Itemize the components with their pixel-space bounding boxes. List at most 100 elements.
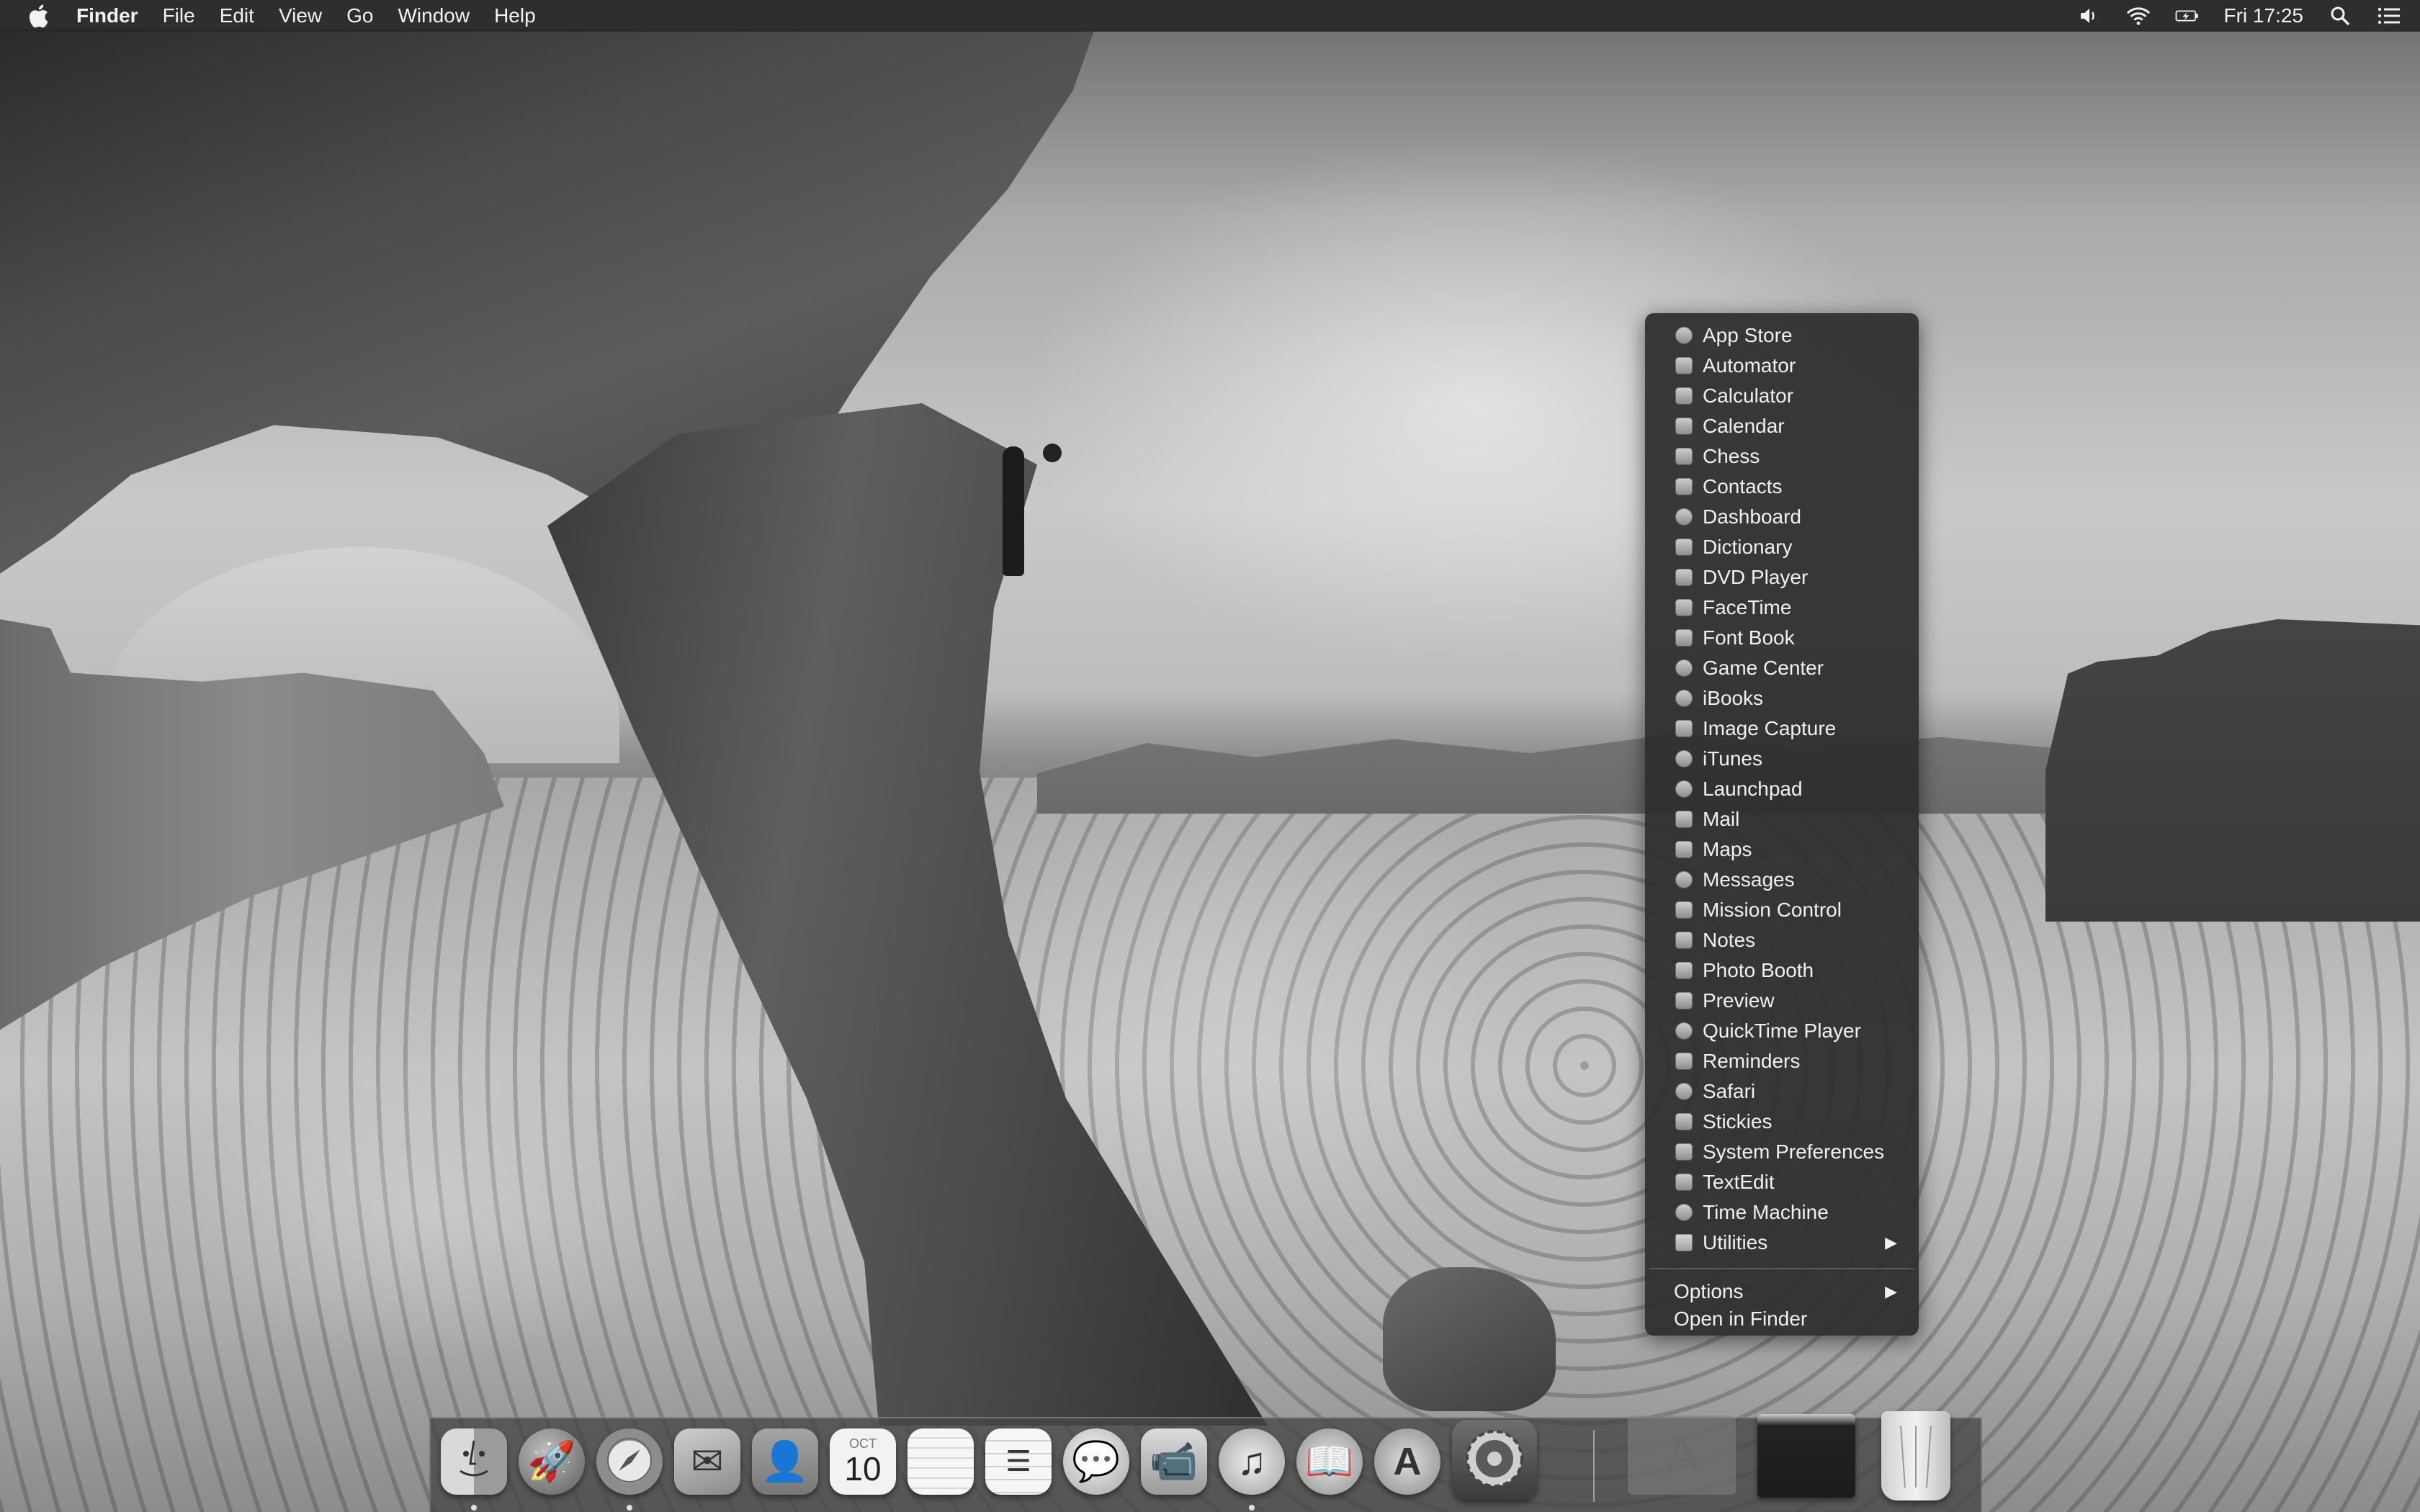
stack-item-automator[interactable]: Automator bbox=[1645, 351, 1919, 381]
dock-launchpad[interactable]: 🚀 bbox=[519, 1428, 585, 1495]
quicktime-icon bbox=[1675, 1022, 1693, 1040]
dock-safari[interactable] bbox=[596, 1428, 663, 1511]
ibooks-icon: 📖 bbox=[1305, 1440, 1354, 1483]
dock-system-preferences[interactable] bbox=[1452, 1420, 1537, 1500]
menu-app-name[interactable]: Finder bbox=[76, 4, 138, 27]
dock-reminders[interactable]: ☰ bbox=[985, 1428, 1052, 1495]
speaker-icon[interactable] bbox=[2077, 5, 2102, 27]
launchpad-icon bbox=[1675, 780, 1693, 798]
search-icon[interactable] bbox=[2328, 5, 2352, 27]
stack-item-notes[interactable]: Notes bbox=[1645, 925, 1919, 955]
stack-item-calculator[interactable]: Calculator bbox=[1645, 381, 1919, 411]
trash-icon bbox=[1891, 1418, 1941, 1494]
stack-item-dashboard[interactable]: Dashboard bbox=[1645, 502, 1919, 532]
finder-icon bbox=[449, 1435, 499, 1489]
stack-item-game-center[interactable]: Game Center bbox=[1645, 653, 1919, 683]
dock-mail[interactable]: ✉ bbox=[674, 1428, 740, 1495]
stack-item-label: Image Capture bbox=[1703, 717, 1837, 739]
dock-trash[interactable] bbox=[1881, 1411, 1950, 1500]
dock-applications-stack[interactable]: A bbox=[1628, 1416, 1736, 1495]
reminders-icon: ☰ bbox=[1005, 1446, 1031, 1477]
dock-finder[interactable] bbox=[441, 1428, 507, 1511]
stack-item-label: DVD Player bbox=[1703, 566, 1809, 588]
list-icon[interactable] bbox=[2377, 5, 2401, 27]
dock-notes[interactable] bbox=[908, 1428, 974, 1495]
gear-icon bbox=[1460, 1424, 1529, 1497]
stack-item-label: Safari bbox=[1703, 1080, 1756, 1102]
stack-item-safari[interactable]: Safari bbox=[1645, 1076, 1919, 1107]
menu-bar-clock[interactable]: Fri 17:25 bbox=[2224, 4, 2304, 27]
stack-item-label: Calculator bbox=[1703, 384, 1794, 407]
stack-options-item[interactable]: Options ▶ bbox=[1645, 1278, 1919, 1305]
stack-item-itunes[interactable]: iTunes bbox=[1645, 744, 1919, 774]
menu-go[interactable]: Go bbox=[346, 4, 373, 27]
stack-item-label: Launchpad bbox=[1703, 778, 1803, 800]
menu-edit[interactable]: Edit bbox=[220, 4, 254, 27]
time-machine-icon bbox=[1675, 1204, 1693, 1221]
menu-window[interactable]: Window bbox=[398, 4, 470, 27]
menu-separator bbox=[1649, 1268, 1914, 1269]
wifi-icon[interactable] bbox=[2126, 5, 2151, 27]
stack-item-photo-booth[interactable]: Photo Booth bbox=[1645, 955, 1919, 986]
calendar-day: 10 bbox=[844, 1450, 882, 1488]
messages-icon bbox=[1675, 871, 1693, 888]
stack-item-label: QuickTime Player bbox=[1703, 1020, 1861, 1042]
dock: 🚀 ✉ 👤 OCT 10 ☰ 💬 📹 ♫ 📖 A A bbox=[429, 1411, 1982, 1512]
launchpad-icon: 🚀 bbox=[527, 1440, 576, 1483]
stack-item-mission-control[interactable]: Mission Control bbox=[1645, 895, 1919, 925]
stack-item-font-book[interactable]: Font Book bbox=[1645, 623, 1919, 653]
dock-messages[interactable]: 💬 bbox=[1063, 1428, 1129, 1495]
stack-open-in-finder-item[interactable]: Open in Finder bbox=[1645, 1305, 1919, 1333]
menu-help[interactable]: Help bbox=[494, 4, 536, 27]
photo-booth-icon bbox=[1675, 962, 1693, 979]
stack-item-label: TextEdit bbox=[1703, 1171, 1775, 1193]
stack-item-label: FaceTime bbox=[1703, 596, 1792, 618]
dashboard-icon bbox=[1675, 508, 1693, 526]
stack-item-dictionary[interactable]: Dictionary bbox=[1645, 532, 1919, 562]
dock-calendar[interactable]: OCT 10 bbox=[830, 1428, 896, 1495]
battery-charging-icon[interactable] bbox=[2175, 5, 2200, 27]
stack-options-label: Options bbox=[1674, 1280, 1744, 1302]
wallpaper-climber-head bbox=[1043, 444, 1062, 462]
stack-item-chess[interactable]: Chess bbox=[1645, 441, 1919, 472]
stack-item-textedit[interactable]: TextEdit bbox=[1645, 1167, 1919, 1197]
stack-item-quicktime-player[interactable]: QuickTime Player bbox=[1645, 1016, 1919, 1046]
stack-item-label: Dashboard bbox=[1703, 505, 1801, 528]
stack-item-image-capture[interactable]: Image Capture bbox=[1645, 714, 1919, 744]
stack-item-label: Messages bbox=[1703, 868, 1795, 891]
stack-item-messages[interactable]: Messages bbox=[1645, 865, 1919, 895]
stack-item-calendar[interactable]: Calendar bbox=[1645, 411, 1919, 441]
menu-file[interactable]: File bbox=[163, 4, 195, 27]
game-center-icon bbox=[1675, 660, 1693, 677]
dock-itunes[interactable]: ♫ bbox=[1219, 1428, 1285, 1511]
stack-item-facetime[interactable]: FaceTime bbox=[1645, 593, 1919, 623]
stack-item-label: Maps bbox=[1703, 838, 1752, 860]
dock-ibooks[interactable]: 📖 bbox=[1296, 1428, 1363, 1495]
dock-facetime[interactable]: 📹 bbox=[1141, 1428, 1207, 1495]
apple-menu-icon[interactable] bbox=[27, 4, 49, 28]
stack-item-utilities[interactable]: Utilities ▶ bbox=[1645, 1228, 1919, 1258]
stack-item-maps[interactable]: Maps bbox=[1645, 834, 1919, 865]
stack-item-label: Time Machine bbox=[1703, 1201, 1829, 1223]
stack-item-reminders[interactable]: Reminders bbox=[1645, 1046, 1919, 1076]
system-preferences-icon bbox=[1675, 1143, 1693, 1161]
dock-app-store[interactable]: A bbox=[1374, 1428, 1440, 1495]
stack-item-stickies[interactable]: Stickies bbox=[1645, 1107, 1919, 1137]
stack-item-time-machine[interactable]: Time Machine bbox=[1645, 1197, 1919, 1228]
stack-item-label: Photo Booth bbox=[1703, 959, 1814, 981]
stack-item-system-preferences[interactable]: System Preferences bbox=[1645, 1137, 1919, 1167]
dock-contacts[interactable]: 👤 bbox=[752, 1428, 818, 1495]
stack-item-launchpad[interactable]: Launchpad bbox=[1645, 774, 1919, 804]
stack-item-mail[interactable]: Mail bbox=[1645, 804, 1919, 834]
stack-item-app-store[interactable]: App Store bbox=[1645, 320, 1919, 351]
stack-item-dvd-player[interactable]: DVD Player bbox=[1645, 562, 1919, 593]
safari-icon bbox=[1675, 1083, 1693, 1100]
stack-item-contacts[interactable]: Contacts bbox=[1645, 472, 1919, 502]
stack-item-preview[interactable]: Preview bbox=[1645, 986, 1919, 1016]
stack-item-ibooks[interactable]: iBooks bbox=[1645, 683, 1919, 714]
font-book-icon bbox=[1675, 629, 1693, 647]
ibooks-icon bbox=[1675, 690, 1693, 707]
menu-view[interactable]: View bbox=[279, 4, 322, 27]
dock-downloads-stack[interactable] bbox=[1757, 1414, 1855, 1498]
stack-item-label: iTunes bbox=[1703, 747, 1763, 770]
